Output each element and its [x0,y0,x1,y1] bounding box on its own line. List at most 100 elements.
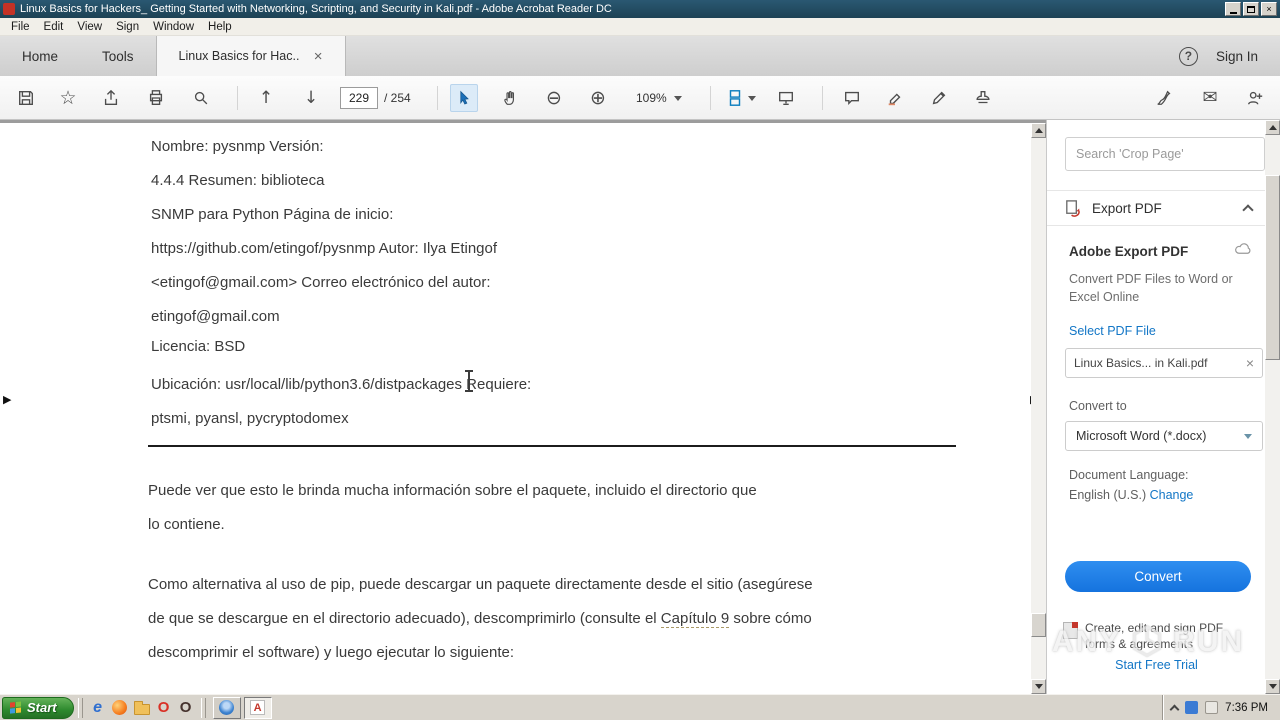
selected-file-box[interactable]: Linux Basics... in Kali.pdf × [1065,348,1263,378]
tab-document-label: Linux Basics for Hac... [178,49,300,63]
doc-text-line: Nombre: pysnmp Versión: [151,138,324,155]
sign-document-button[interactable] [1150,84,1178,112]
folder-icon [133,700,150,715]
change-language-link[interactable]: Change [1150,488,1194,502]
scroll-up-button[interactable] [1265,120,1280,135]
panel-scrollbar[interactable] [1265,120,1280,694]
open-nav-pane-chevron[interactable]: ▶ [3,393,11,406]
fill-sign-button[interactable] [925,84,953,112]
signature-pen-icon [1157,90,1171,105]
search-button[interactable] [187,84,215,112]
taskbar-icon-explorer-folder[interactable] [131,697,153,719]
highlight-button[interactable] [881,84,909,112]
pdf-form-icon [1063,622,1078,639]
collapse-chevron-icon[interactable] [1242,204,1254,216]
selection-tool-button[interactable] [450,84,478,112]
taskbar-icon-internet-explorer[interactable]: e [87,697,109,719]
restore-button[interactable] [1243,2,1259,16]
toolbar-separator [437,86,438,110]
taskbar: Start e O O A 7:36 PM [0,694,1280,720]
taskbar-icon-other-app[interactable]: O [175,697,197,719]
menu-window[interactable]: Window [146,18,201,35]
send-email-button[interactable]: ✉ [1196,84,1224,112]
zoom-out-button[interactable]: ⊖ [540,84,568,112]
export-pdf-label: Export PDF [1092,200,1162,216]
taskbar-icon-opera[interactable]: O [153,697,175,719]
panel-title: Adobe Export PDF [1069,244,1189,259]
start-free-trial-link[interactable]: Start Free Trial [1047,658,1266,672]
window-controls: × [1225,2,1277,16]
minimize-icon [1229,11,1237,14]
document-page[interactable]: Nombre: pysnmp Versión: 4.4.4 Resumen: b… [0,120,1046,694]
firefox-icon [112,700,128,715]
minimize-button[interactable] [1225,2,1241,16]
tray-network-icon[interactable] [1185,701,1199,714]
print-button[interactable] [142,84,170,112]
export-pdf-header[interactable]: Export PDF [1047,190,1266,226]
hand-tool-button[interactable] [496,84,524,112]
toolbar-separator [710,86,711,110]
doc-text-line: Ubicación: usr/local/lib/python3.6/distp… [151,376,532,393]
scrollbar-thumb[interactable] [1265,175,1280,360]
remove-file-icon[interactable]: × [1246,355,1254,371]
scroll-up-button[interactable] [1031,123,1046,138]
arrow-up-icon [1034,128,1043,133]
select-pdf-file-link[interactable]: Select PDF File [1069,324,1156,338]
ie-icon: e [93,698,103,716]
document-scrollbar[interactable] [1031,123,1046,694]
previous-page-button[interactable]: ↑ [252,84,280,112]
favorite-star-button[interactable]: ☆ [54,84,82,112]
share-icon [104,89,118,105]
app-icon: O [179,699,192,716]
comment-button[interactable] [838,84,866,112]
zoom-level-dropdown[interactable]: 109% [630,86,688,110]
tray-expand-icon[interactable] [1169,704,1180,714]
page-number-input[interactable] [340,87,378,109]
presentation-mode-button[interactable] [772,84,800,112]
doc-text-line: <etingof@gmail.com> Correo electrónico d… [151,274,491,291]
promo-text: Create, edit and sign PDF forms & agreem… [1085,621,1224,651]
quick-launch-handle [77,697,83,718]
comment-bubble-icon [845,91,859,106]
arrow-down-icon [1268,684,1277,689]
tab-document[interactable]: Linux Basics for Hac... × [155,36,346,76]
acrobat-app-icon [3,3,15,15]
hand-icon [504,90,515,105]
search-tools-input[interactable] [1065,137,1265,171]
scrollbar-thumb[interactable] [1031,613,1046,637]
next-page-button[interactable]: ↓ [297,84,325,112]
doc-text-line: de que se descargue en el directorio ade… [148,609,812,629]
start-button[interactable]: Start [2,696,74,719]
stamp-button[interactable] [969,84,997,112]
tab-bar: Home Tools Linux Basics for Hac... × ? S… [0,36,1280,76]
tools-panel: Export PDF Adobe Export PDF Convert PDF … [1046,120,1280,694]
close-button[interactable]: × [1261,2,1277,16]
scroll-down-button[interactable] [1031,679,1046,694]
share-button[interactable] [97,84,125,112]
menu-edit[interactable]: Edit [37,18,71,35]
chapter-9-link[interactable]: Capítulo 9 [660,610,730,628]
taskbar-button-chromium[interactable] [212,696,241,719]
arrow-down-icon [1034,684,1043,689]
taskbar-button-acrobat[interactable]: A [243,696,272,719]
menu-view[interactable]: View [70,18,109,35]
tab-tools[interactable]: Tools [80,36,156,76]
format-dropdown[interactable]: Microsoft Word (*.docx) [1065,421,1263,451]
zoom-in-button[interactable]: ⊕ [584,84,612,112]
scroll-down-button[interactable] [1265,679,1280,694]
taskbar-icon-firefox[interactable] [109,697,131,719]
share-with-others-button[interactable] [1241,84,1269,112]
tray-volume-icon[interactable] [1205,701,1219,714]
content-area: Nombre: pysnmp Versión: 4.4.4 Resumen: b… [0,120,1280,694]
menu-help[interactable]: Help [201,18,239,35]
menu-file[interactable]: File [4,18,37,35]
convert-button[interactable]: Convert [1065,561,1251,592]
tab-home[interactable]: Home [0,36,80,76]
help-icon[interactable]: ? [1178,46,1198,66]
tab-close-icon[interactable]: × [314,49,323,64]
arrow-up-icon [1268,125,1277,130]
page-display-button[interactable] [722,84,760,112]
save-button[interactable] [12,84,40,112]
sign-in-button[interactable]: Sign In [1216,49,1258,64]
menu-sign[interactable]: Sign [109,18,146,35]
